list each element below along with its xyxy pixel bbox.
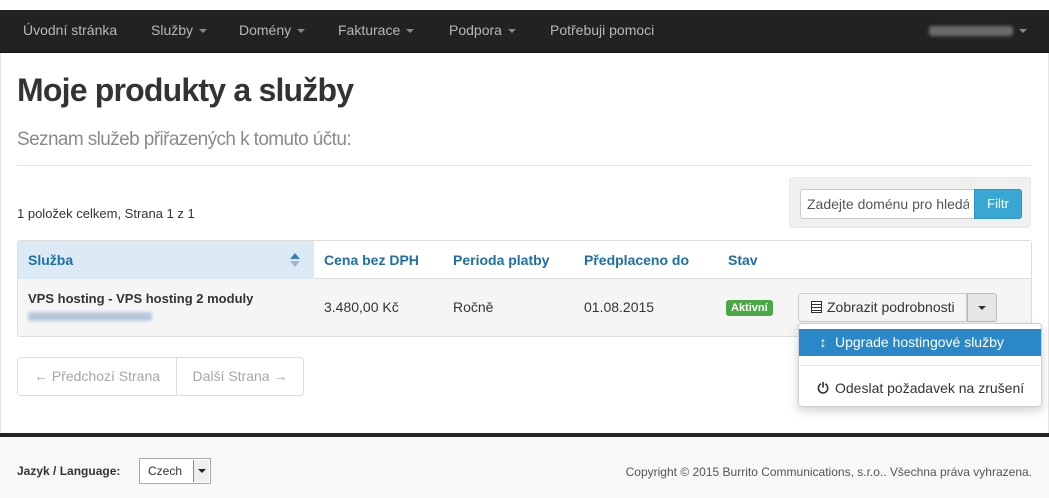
nav-item-label: Potřebuji pomoci [550,22,655,38]
header-divider [17,165,1031,166]
power-icon: ⏻ [817,380,829,396]
column-header-label: Služba [28,252,74,268]
caret-down-icon [199,29,208,34]
previous-page-button[interactable]: ← Předchozí Strana [18,358,177,395]
caret-down-icon [297,29,306,34]
nav-item-label: Úvodní stránka [23,22,118,38]
caret-down-icon [507,29,516,34]
copyright-text: Copyright © 2015 Burrito Communications,… [625,465,1032,479]
language-label: Jazyk / Language: [17,464,121,478]
select-arrow [193,460,209,482]
resize-vertical-icon: ↕ [819,334,827,350]
nav-item-label: Služby [151,22,194,38]
menu-divider [800,365,1040,366]
nav-item-services[interactable]: Služby [151,10,208,53]
nav-item-label: Podpora [449,22,502,38]
view-details-button[interactable]: Zobrazit podrobnosti [798,293,967,322]
nav-item-billing[interactable]: Fakturace [338,10,415,53]
page-title: Moje produkty a služby [17,72,354,108]
menu-item-label: Odeslat požadavek na zrušení [835,380,1025,396]
service-name: VPS hosting - VPS hosting 2 moduly [28,291,254,306]
menu-item-upgrade[interactable]: ↕ Upgrade hostingové služby [799,329,1041,356]
nav-item-label: Domény [239,22,292,38]
caret-down-icon [198,469,206,473]
column-header-paid-until[interactable]: Předplaceno do [584,241,689,279]
top-spacer [0,0,1049,10]
status-badge: Aktivní [726,300,773,316]
domain-filter-input[interactable] [800,189,975,219]
nav-item-home[interactable]: Úvodní stránka [23,10,117,53]
next-page-button[interactable]: Další Strana → [177,358,303,395]
filter-button[interactable]: Filtr [974,189,1022,219]
footer: Jazyk / Language: Czech Copyright © 2015… [0,433,1049,498]
nav-item-domains[interactable]: Domény [239,10,306,53]
column-header-status[interactable]: Stav [728,241,758,279]
user-menu[interactable] [929,10,1027,53]
actions-dropdown-menu: ↕ Upgrade hostingové služby ⏻ Odeslat poža… [798,323,1042,407]
actions-dropdown-toggle[interactable] [967,293,997,322]
menu-item-label: Upgrade hostingové služby [835,334,1004,350]
caret-down-icon [978,306,986,310]
sort-icon [290,253,300,267]
billing-period: Ročně [453,299,494,315]
service-price: 3.480,00 Kč [324,299,399,315]
column-header-price[interactable]: Cena bez DPH [324,241,419,279]
results-count: 1 položek celkem, Strana 1 z 1 [17,206,195,221]
column-header-service[interactable]: Služba [18,241,314,279]
service-domain-redacted [28,312,152,321]
caret-down-icon [406,29,415,34]
view-details-label: Zobrazit podrobnosti [827,299,955,315]
language-select[interactable]: Czech [139,458,211,484]
column-header-period[interactable]: Perioda platby [453,241,549,279]
list-icon [811,301,822,313]
page-subtitle: Seznam služeb přiřazených k tomuto účtu: [17,129,352,150]
menu-item-cancel-request[interactable]: ⏻ Odeslat požadavek na zrušení [799,375,1041,402]
caret-down-icon [1019,29,1027,34]
table-header: Služba Cena bez DPH Perioda platby Předp… [18,241,1031,279]
nav-item-help[interactable]: Potřebuji pomoci [550,10,654,53]
pagination: ← Předchozí Strana Další Strana → [17,357,304,396]
nav-item-label: Fakturace [338,22,401,38]
language-selected-value: Czech [148,464,183,478]
filter-form: Filtr [789,177,1031,228]
paid-until-date: 01.08.2015 [584,299,655,315]
main-navbar: Úvodní stránka Služby Domény Fakturace P… [0,10,1049,53]
nav-item-support[interactable]: Podpora [449,10,516,53]
user-name-redacted [929,26,1013,37]
